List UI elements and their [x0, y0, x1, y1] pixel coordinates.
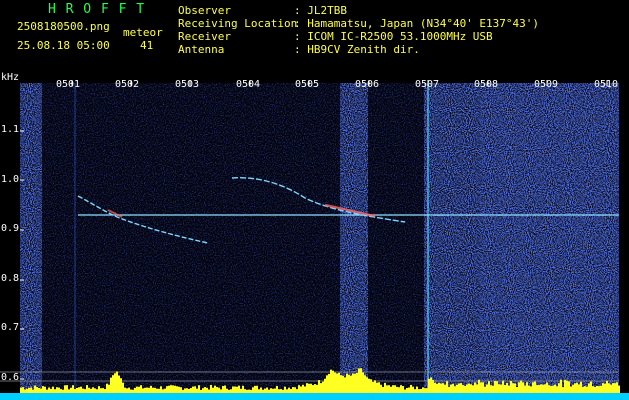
observer-label: Observer	[178, 4, 231, 17]
app-title: H R O F F T	[48, 2, 146, 17]
x-tick-0503: 0503	[175, 79, 200, 90]
y-unit-label: kHz	[1, 72, 20, 83]
noise-band-left	[20, 83, 42, 395]
x-tick-0504: 0504	[236, 79, 261, 90]
event-label: meteor	[123, 26, 163, 39]
x-tick-0502: 0502	[115, 79, 140, 90]
noise-band-0506	[340, 83, 368, 395]
receiver-value: : ICOM IC-R2500 53.1000MHz USB	[294, 30, 493, 43]
date-time: 25.08.18 05:00	[17, 39, 110, 52]
x-tick-0508: 0508	[474, 79, 499, 90]
x-tick-0501: 0501	[56, 79, 81, 90]
antenna-value: : HB9CV Zenith dir.	[294, 43, 420, 56]
event-count: 41	[140, 39, 154, 52]
y-tick-1-1: 1.1	[1, 124, 20, 135]
x-tick-0510: 0510	[594, 79, 619, 90]
y-tick-1-0: 1.0	[1, 174, 20, 185]
location-value: : Hamamatsu, Japan (N34°40' E137°43')	[294, 17, 540, 30]
antenna-label: Antenna	[178, 43, 225, 56]
y-tick-0-7: 0.7	[1, 322, 20, 333]
y-tick-0-9: 0.9	[1, 223, 20, 234]
receiver-label: Receiver	[178, 30, 231, 43]
x-tick-0505: 0505	[295, 79, 320, 90]
x-tick-0506: 0506	[355, 79, 380, 90]
file-name: 2508180500.png	[17, 20, 110, 33]
baseline-bar	[0, 393, 629, 400]
x-tick-0509: 0509	[534, 79, 559, 90]
x-tick-0507: 0507	[415, 79, 440, 90]
noise-band-right-strong	[480, 83, 619, 395]
y-tick-0-6: 0.6	[1, 372, 20, 383]
spectrogram-plot	[0, 80, 629, 400]
y-tick-0-8: 0.8	[1, 273, 20, 284]
location-label: Receiving Location	[178, 17, 298, 30]
observer-value: : JL2TBB	[294, 4, 347, 17]
